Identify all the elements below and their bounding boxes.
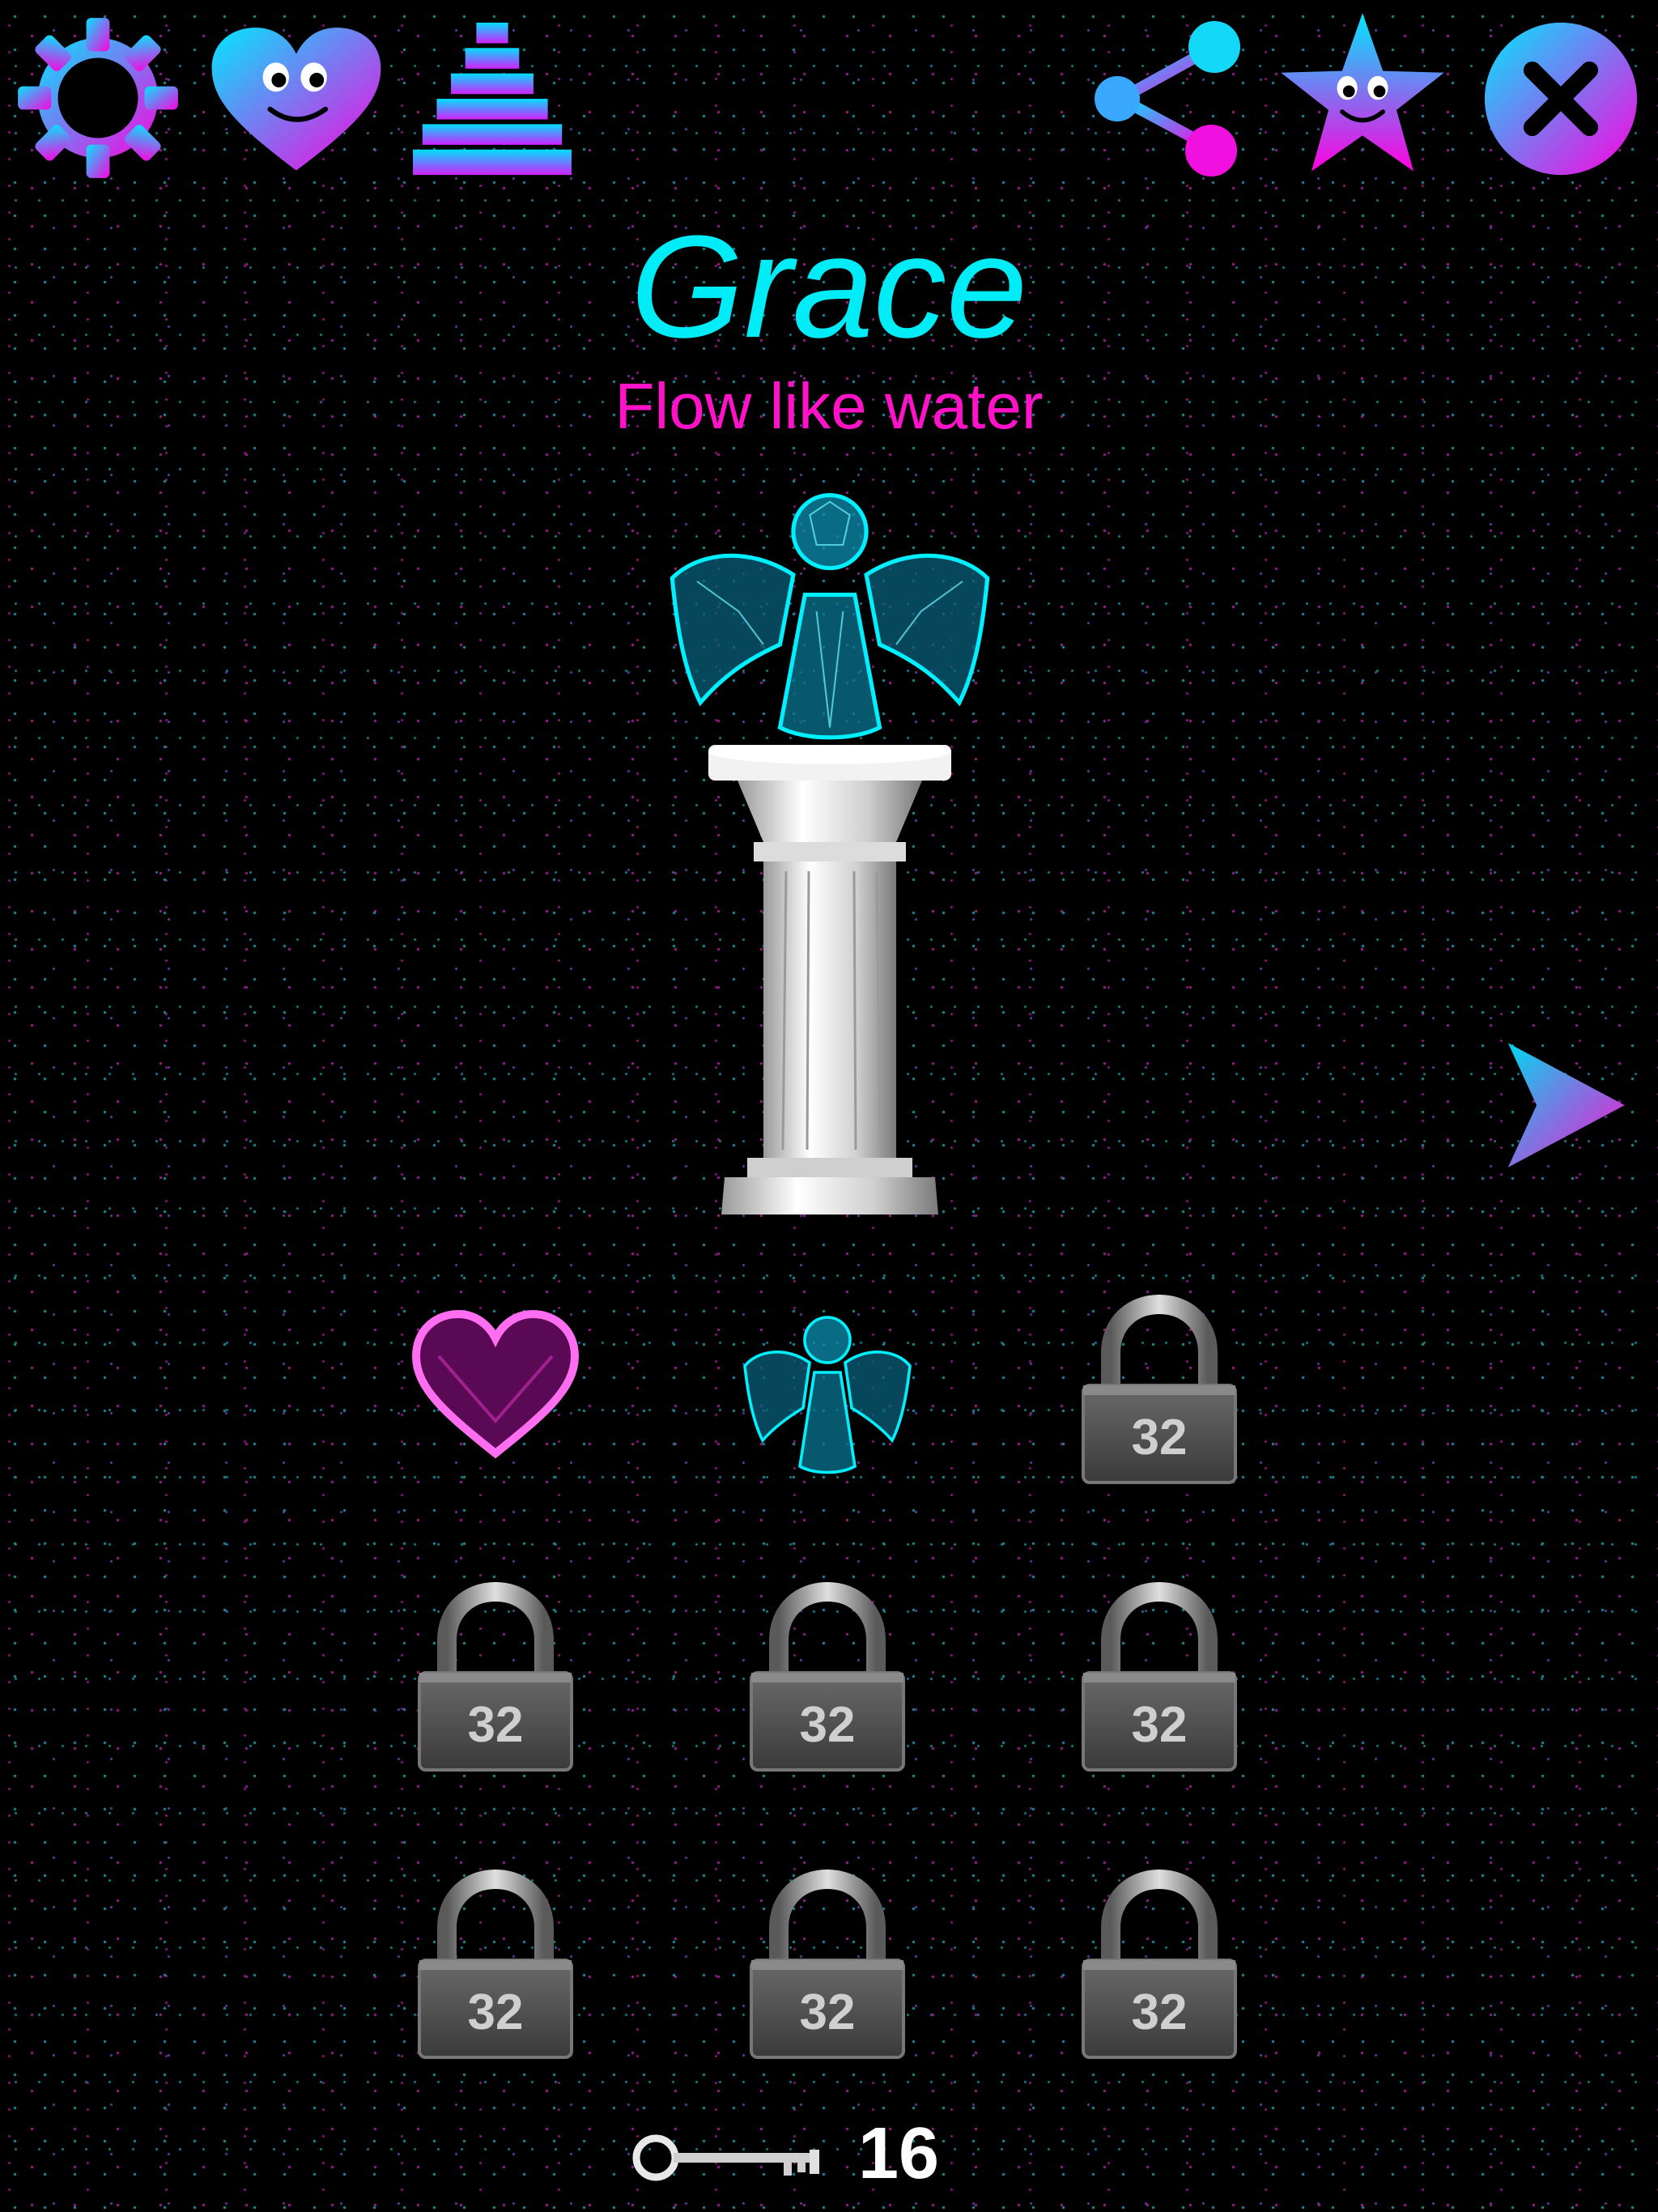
close-button[interactable] bbox=[1482, 19, 1640, 178]
pillar bbox=[708, 745, 951, 1214]
collection-item[interactable]: 32 bbox=[1070, 1579, 1248, 1773]
key-count: 16 bbox=[858, 2113, 940, 2194]
lock-cost: 32 bbox=[1131, 1410, 1188, 1465]
share-icon bbox=[1095, 21, 1240, 177]
angel-icon bbox=[743, 1316, 912, 1474]
rate-button[interactable] bbox=[1278, 10, 1448, 180]
close-icon bbox=[1484, 22, 1638, 176]
lock-cost: 32 bbox=[1131, 1697, 1188, 1753]
featured-statue bbox=[664, 478, 996, 1223]
lock-cost: 32 bbox=[1131, 1984, 1188, 2040]
next-arrow-button[interactable] bbox=[1498, 1040, 1627, 1170]
collection-item[interactable]: 32 bbox=[1070, 1866, 1248, 2061]
collection-item[interactable]: 32 bbox=[738, 1579, 916, 1773]
star-face-icon bbox=[1281, 13, 1444, 172]
key-icon bbox=[632, 2134, 819, 2181]
heart-gem-icon bbox=[411, 1309, 580, 1459]
heart-face-icon bbox=[211, 28, 381, 171]
character-tagline: Flow like water bbox=[614, 370, 1044, 442]
collection-item[interactable] bbox=[738, 1291, 916, 1486]
lock-cost: 32 bbox=[467, 1697, 524, 1753]
lock-cost: 32 bbox=[799, 1697, 856, 1753]
collection-item[interactable]: 32 bbox=[406, 1579, 585, 1773]
stack-icon bbox=[413, 23, 572, 176]
collection-item[interactable]: 32 bbox=[1070, 1291, 1248, 1486]
angel-icon bbox=[670, 492, 990, 740]
character-name: Grace bbox=[630, 206, 1028, 368]
arrow-right-icon bbox=[1507, 1043, 1625, 1168]
lock-cost: 32 bbox=[467, 1984, 524, 2040]
levels-button[interactable] bbox=[413, 23, 572, 178]
lock-cost: 32 bbox=[799, 1984, 856, 2040]
gear-icon bbox=[18, 18, 178, 178]
settings-button[interactable] bbox=[15, 15, 181, 181]
collection-item[interactable]: 32 bbox=[406, 1866, 585, 2061]
favorites-button[interactable] bbox=[209, 24, 384, 178]
collection-item[interactable]: 32 bbox=[738, 1866, 916, 2061]
share-button[interactable] bbox=[1085, 18, 1247, 180]
collection-item[interactable] bbox=[406, 1291, 585, 1486]
